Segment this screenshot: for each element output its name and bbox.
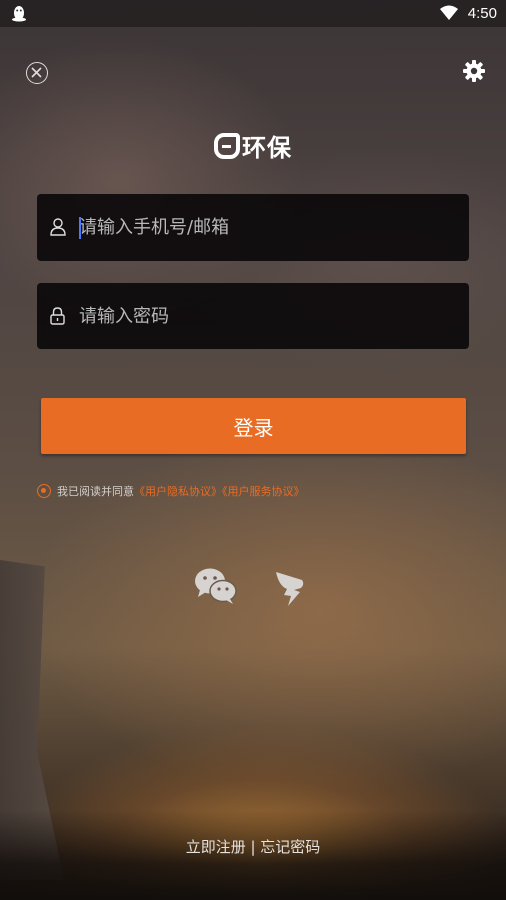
user-icon bbox=[50, 218, 66, 240]
agreement-text: 我已阅读并同意 bbox=[57, 485, 134, 498]
register-link[interactable]: 立即注册 bbox=[186, 838, 246, 856]
password-field[interactable] bbox=[37, 283, 469, 349]
status-bar: 4:50 bbox=[0, 0, 506, 27]
footer-links: 立即注册 | 忘记密码 bbox=[0, 836, 506, 857]
footer-separator: | bbox=[245, 838, 261, 856]
login-button[interactable]: 登录 bbox=[41, 398, 466, 454]
qq-penguin-icon bbox=[11, 4, 27, 26]
status-time: 4:50 bbox=[467, 5, 497, 22]
agreement-row: 我已阅读并同意《用户隐私协议》《用户服务协议》 bbox=[37, 483, 305, 499]
agree-radio[interactable] bbox=[37, 484, 51, 498]
privacy-agreement-link[interactable]: 《用户隐私协议》 bbox=[134, 485, 222, 498]
dingtalk-login-button[interactable] bbox=[274, 570, 306, 610]
dingtalk-icon bbox=[276, 572, 304, 606]
close-icon bbox=[31, 67, 42, 78]
settings-button[interactable] bbox=[462, 59, 486, 83]
service-agreement-link[interactable]: 《用户服务协议》 bbox=[222, 485, 305, 498]
close-button[interactable] bbox=[26, 62, 48, 84]
lock-icon bbox=[50, 307, 65, 329]
password-input[interactable] bbox=[79, 283, 459, 349]
app-logo: 环保 bbox=[0, 128, 506, 163]
text-cursor bbox=[79, 217, 81, 239]
wechat-icon bbox=[195, 568, 237, 604]
wechat-login-button[interactable] bbox=[194, 566, 238, 610]
phone-email-field[interactable] bbox=[37, 194, 469, 261]
gear-icon bbox=[463, 60, 485, 82]
logo-text: 环保 bbox=[242, 134, 292, 162]
wifi-icon bbox=[440, 5, 458, 24]
forgot-password-link[interactable]: 忘记密码 bbox=[260, 838, 320, 856]
phone-email-input[interactable] bbox=[79, 194, 459, 261]
logo-mark bbox=[214, 132, 240, 159]
